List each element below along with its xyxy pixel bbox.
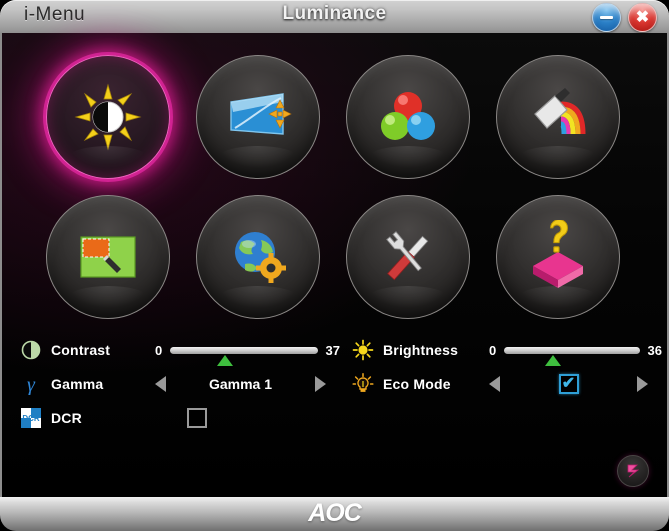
menu-item-osd-setup-disc[interactable]	[46, 195, 170, 319]
aoc-logo: AOC	[308, 499, 362, 527]
brightness-min-value: 0	[489, 342, 497, 358]
gamma-spinner: Gamma 1	[155, 376, 340, 392]
brightness-value: 36	[647, 342, 662, 358]
sun-contrast-icon	[74, 83, 142, 151]
menu-item-help-disc[interactable]	[496, 195, 620, 319]
contrast-label: Contrast	[51, 342, 111, 358]
menu-item-tools-disc[interactable]	[346, 195, 470, 319]
menu-item-color-setup[interactable]	[338, 47, 478, 187]
reset-icon	[627, 464, 640, 478]
menu-item-image-setup-disc[interactable]	[196, 55, 320, 179]
osd-screen: Contrast 0 37 γ Gamma Gamma 1 DCR DCR Br…	[0, 33, 669, 497]
menu-item-help[interactable]	[488, 187, 628, 327]
brush-rainbow-icon	[534, 88, 586, 135]
gamma-letter-icon: γ	[20, 373, 42, 395]
eco-mode-label: Eco Mode	[383, 376, 451, 392]
menu-item-color-setup-disc[interactable]	[346, 55, 470, 179]
contrast-value: 37	[325, 342, 340, 358]
brightness-slider-track[interactable]	[504, 346, 640, 366]
menu-item-extra-disc[interactable]	[196, 195, 320, 319]
brightness-slider-thumb[interactable]	[544, 354, 561, 366]
menu-item-extra[interactable]	[188, 187, 328, 327]
gamma-next-arrow-icon[interactable]	[315, 376, 326, 392]
settings-column-left: Contrast 0 37 γ Gamma Gamma 1 DCR DCR	[20, 333, 340, 435]
dcr-label: DCR	[51, 410, 82, 426]
dcr-badge-icon: DCR	[20, 407, 42, 429]
brightness-slider[interactable]: 0 36	[489, 342, 662, 366]
setting-row-dcr: DCR DCR	[20, 401, 340, 435]
menu-item-luminance[interactable]	[38, 47, 178, 187]
menu-item-tools[interactable]	[338, 187, 478, 327]
globe-gear-icon	[235, 232, 286, 283]
contrast-slider[interactable]: 0 37	[155, 342, 340, 366]
page-title: Luminance	[282, 3, 387, 24]
wrench-tools-icon	[386, 231, 429, 281]
title-bar: i-Menu Luminance ✖	[0, 0, 669, 36]
settings-panel: Contrast 0 37 γ Gamma Gamma 1 DCR DCR Br…	[2, 333, 667, 453]
eco-mode-checkbox-wrap: ✔	[500, 374, 637, 394]
eco-mode-spinner: ✔	[489, 374, 662, 394]
settings-column-right: Brightness 0 36 Eco Mode ✔	[352, 333, 662, 401]
minimize-button[interactable]	[592, 3, 621, 32]
close-icon: ✖	[635, 8, 650, 26]
close-button[interactable]: ✖	[628, 3, 657, 32]
i-menu-window: i-Menu Luminance ✖ Contrast 0 37 γ Gamma…	[0, 0, 669, 531]
menu-item-picture-boost-disc[interactable]	[496, 55, 620, 179]
eco-mode-next-arrow-icon[interactable]	[637, 376, 648, 392]
contrast-slider-track[interactable]	[170, 346, 318, 366]
contrast-slider-thumb[interactable]	[216, 354, 233, 366]
svg-text:DCR: DCR	[22, 414, 40, 423]
lightbulb-icon	[352, 373, 374, 395]
eco-mode-checkbox[interactable]: ✔	[558, 374, 579, 394]
rgb-spheres-icon	[381, 92, 435, 140]
gamma-value: Gamma 1	[208, 376, 273, 392]
svg-text:γ: γ	[27, 374, 36, 395]
menu-icon-grid	[2, 41, 667, 331]
dcr-checkbox[interactable]	[187, 408, 207, 428]
dcr-checkbox-box[interactable]	[187, 408, 207, 428]
monitor-bezel: AOC	[0, 497, 669, 531]
reset-button[interactable]	[617, 455, 649, 487]
screen-pencil-icon	[80, 236, 136, 278]
screen-arrows-icon	[230, 93, 292, 135]
setting-row-contrast: Contrast 0 37	[20, 333, 340, 367]
check-icon: ✔	[561, 375, 576, 392]
contrast-min-value: 0	[155, 342, 163, 358]
setting-row-eco-mode: Eco Mode ✔	[352, 367, 662, 401]
menu-item-luminance-disc[interactable]	[46, 55, 170, 179]
window-controls: ✖	[592, 3, 657, 32]
gamma-prev-arrow-icon[interactable]	[155, 376, 166, 392]
setting-row-gamma: γ Gamma Gamma 1	[20, 367, 340, 401]
sun-icon	[352, 339, 374, 361]
menu-item-image-setup[interactable]	[188, 47, 328, 187]
question-block-icon	[533, 220, 583, 288]
gamma-label: Gamma	[51, 376, 104, 392]
brightness-label: Brightness	[383, 342, 459, 358]
minus-icon	[593, 4, 620, 31]
menu-item-osd-setup[interactable]	[38, 187, 178, 327]
eco-mode-prev-arrow-icon[interactable]	[489, 376, 500, 392]
half-circle-icon	[20, 339, 42, 361]
setting-row-brightness: Brightness 0 36	[352, 333, 662, 367]
menu-item-picture-boost[interactable]	[488, 47, 628, 187]
